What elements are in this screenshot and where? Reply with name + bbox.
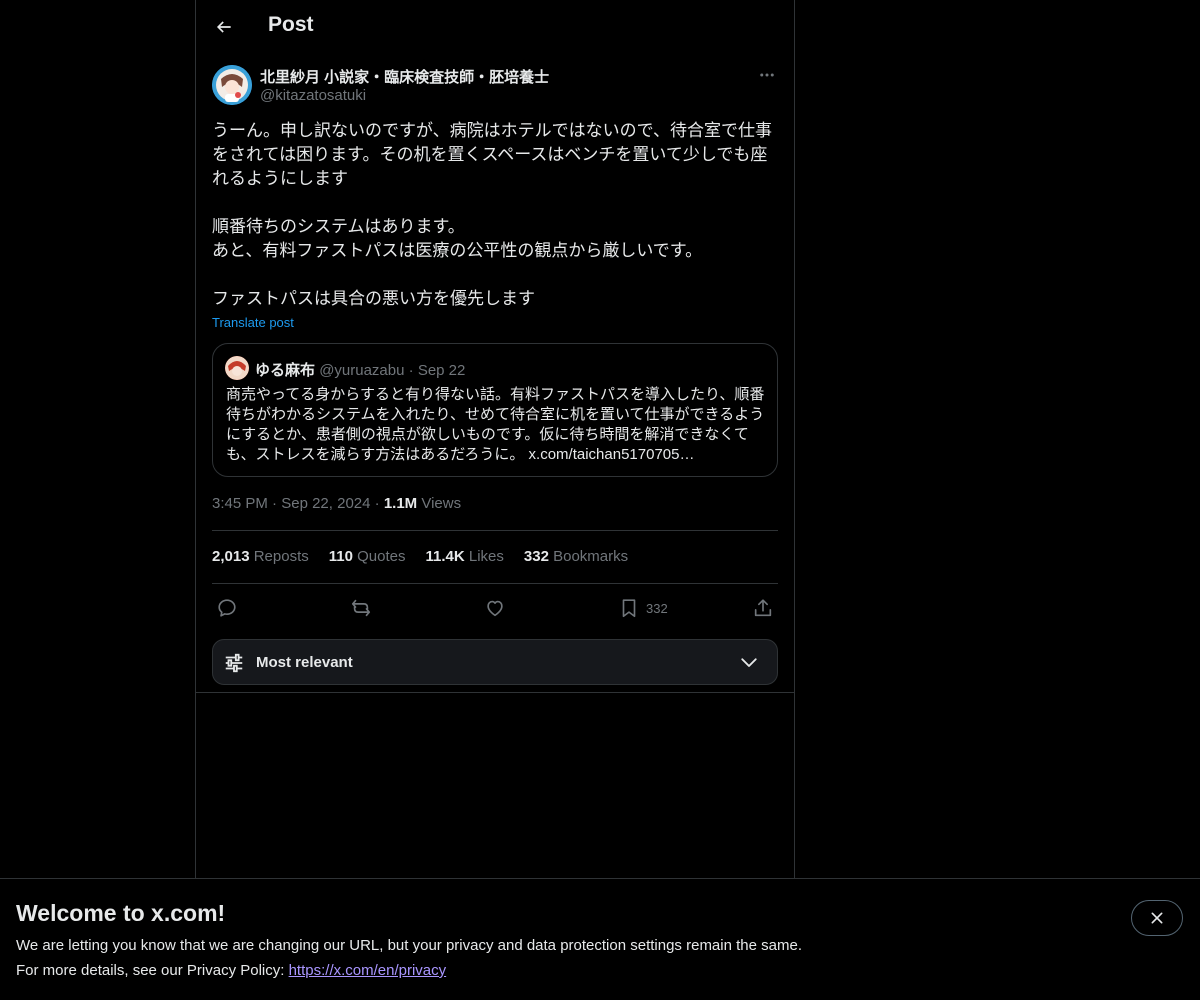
author-name[interactable]: 北里紗月 小説家・臨床検査技師・胚培養士 [260,66,549,87]
quote-header: ゆる麻布 @yuruazabu · Sep 22 [255,359,465,380]
divider [196,692,794,693]
action-bar: 332 [212,595,778,621]
post-time[interactable]: 3:45 PM [212,495,268,512]
quote-text-block: 商売やってる身からすると有り得ない話。有料ファストパスを導入したり、順番待ちがわ… [226,385,768,465]
sort-replies-dropdown[interactable]: Most relevant [212,639,778,685]
likes-count: 11.4K [425,548,465,565]
banner-privacy-line: For more details, see our Privacy Policy… [16,962,446,979]
views-label: Views [421,495,462,512]
repost-button[interactable] [350,595,372,621]
avatar-illustration-icon [212,65,252,105]
reposts-count: 2,013 [212,548,250,565]
quote-separator: · [408,362,414,379]
privacy-policy-link[interactable]: https://x.com/en/privacy [289,962,447,979]
reply-icon [218,599,236,617]
back-button[interactable] [208,11,240,43]
post-header: Post [196,0,794,54]
views-count: 1.1M [383,495,418,512]
banner-title: Welcome to x.com! [16,900,226,926]
bookmark-button[interactable]: 332 [618,595,668,621]
like-button[interactable] [484,595,506,621]
post-date[interactable]: Sep 22, 2024 [281,495,370,512]
likes-label: Likes [468,548,504,565]
quote-avatar [225,356,249,380]
meta-separator: · [374,495,380,512]
bookmark-count: 332 [646,600,668,616]
reposts-label: Reposts [253,548,309,565]
quote-author-handle: @yuruazabu [319,362,405,379]
banner-message: We are letting you know that we are chan… [16,937,802,954]
divider [212,530,778,531]
reposts-stat[interactable]: 2,013 Reposts [212,548,309,565]
close-banner-button[interactable] [1131,900,1183,936]
bookmarks-count: 332 [523,548,549,565]
post-meta: 3:45 PM · Sep 22, 2024 · 1.1M Views [212,495,461,512]
like-icon [487,600,503,617]
post-text: うーん。申し訳ないのですが、病院はホテルではないので、待合室で仕事 をされては困… [212,121,772,308]
quote-avatar-illustration-icon [225,356,249,380]
divider [212,583,778,584]
more-dots-icon [760,73,774,77]
back-arrow-icon [216,21,231,33]
bookmarks-label: Bookmarks [553,548,629,565]
welcome-banner: Welcome to x.com! We are letting you kno… [0,878,1200,1000]
sort-label: Most relevant [256,654,353,671]
close-icon [1151,912,1163,924]
author-handle[interactable]: @kitazatosatuki [260,87,366,104]
quotes-label: Quotes [357,548,406,565]
likes-stat[interactable]: 11.4K Likes [426,548,504,565]
page-title: Post [268,13,314,36]
share-button[interactable] [752,595,774,621]
quotes-count: 110 [328,548,353,565]
quote-author-name: ゆる麻布 [255,362,316,379]
author-avatar[interactable] [212,65,252,105]
bookmark-icon [622,599,636,618]
more-options-button[interactable] [756,64,778,86]
quoted-post[interactable]: ゆる麻布 @yuruazabu · Sep 22 商売やってる身からすると有り得… [212,343,778,477]
repost-icon [351,599,371,617]
reply-button[interactable] [216,595,238,621]
share-icon [754,599,772,617]
translate-post-link[interactable]: Translate post [212,315,294,330]
chevron-down-icon [741,658,757,667]
meta-separator: · [272,495,278,512]
main-column: Post 北里紗月 小説家・臨床検査技師・胚培養士 @kitazatosatuk… [195,0,795,878]
quote-date: Sep 22 [417,362,466,379]
quotes-stat[interactable]: 110 Quotes [329,548,406,565]
sliders-icon [225,653,243,673]
banner-privacy-prefix: For more details, see our Privacy Policy… [16,962,289,979]
post-stats: 2,013 Reposts 110 Quotes 11.4K Likes 332… [212,548,628,565]
bookmarks-stat[interactable]: 332 Bookmarks [524,548,628,565]
quote-link[interactable]: x.com/taichan5170705… [529,446,695,463]
